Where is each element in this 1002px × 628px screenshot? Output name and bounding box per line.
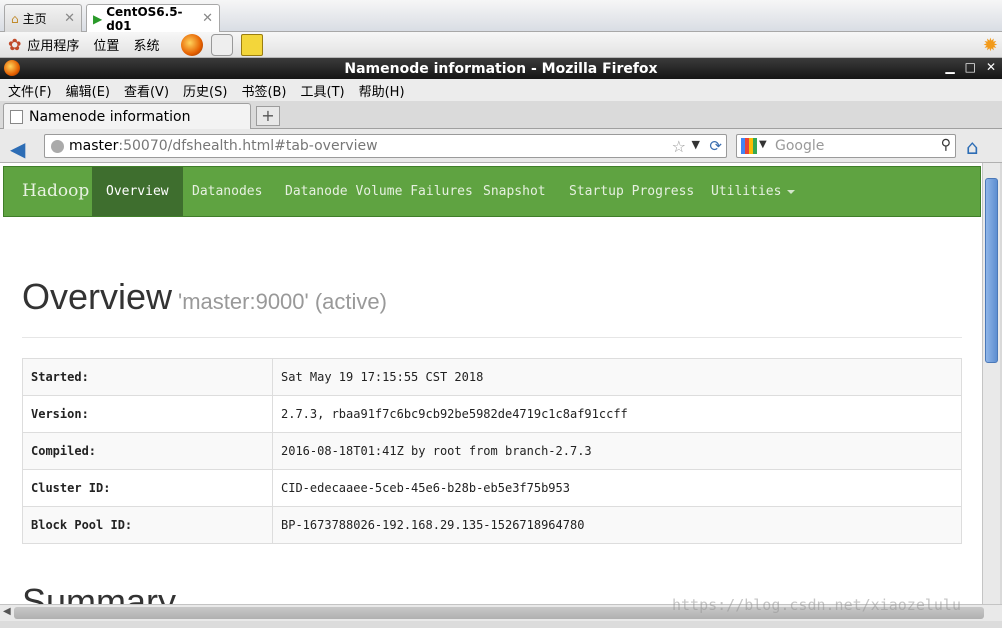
url-path: :50070/dfshealth.html#tab-overview <box>118 138 378 154</box>
mail-launcher-icon[interactable] <box>211 33 234 56</box>
chevron-down-icon[interactable]: ▼ <box>692 138 700 151</box>
chevron-down-icon <box>787 189 796 194</box>
status-bar <box>0 621 1002 628</box>
overview-table: Started: Sat May 19 17:15:55 CST 2018 Ver… <box>22 358 962 544</box>
table-row: Compiled: 2016-08-18T01:41Z by root from … <box>22 432 962 470</box>
navigation-toolbar: ◀ master:50070/dfshealth.html#tab-overvi… <box>0 129 1002 163</box>
divider <box>22 337 962 338</box>
table-key: Started: <box>22 358 273 396</box>
vertical-scroll-thumb[interactable] <box>985 178 998 363</box>
close-icon[interactable]: ✕ <box>64 11 75 26</box>
binoculars-icon[interactable]: ⚲ <box>941 137 951 153</box>
editor-launcher-icon[interactable] <box>241 33 264 56</box>
close-icon[interactable]: ✕ <box>202 11 213 26</box>
vm-tab-label: 主页 <box>22 12 47 26</box>
google-icon <box>741 138 757 154</box>
firefox-launcher-icon[interactable] <box>181 33 204 56</box>
page-title-text: Overview <box>22 276 173 317</box>
table-row: Block Pool ID: BP-1673788026-192.168.29.1… <box>22 506 962 544</box>
table-value: BP-1673788026-192.168.29.135-15267189647… <box>272 506 962 544</box>
close-icon[interactable]: ✕ <box>986 60 996 74</box>
table-value: 2.7.3, rbaa91f7c6bc9cb92be5982de4719c1c8… <box>272 395 962 433</box>
search-input[interactable]: ▼ Google ⚲ <box>736 134 956 158</box>
table-value: 2016-08-18T01:41Z by root from branch-2.… <box>272 432 962 470</box>
panel-applications[interactable]: 应用程序 <box>27 35 79 54</box>
page-viewport: Hadoop Overview Datanodes Datanode Volum… <box>0 163 982 604</box>
back-arrow-icon[interactable]: ◀ <box>10 137 25 161</box>
browser-tab-bar: Namenode information + <box>0 101 1002 129</box>
table-key: Version: <box>22 395 273 433</box>
url-bar[interactable]: master:50070/dfshealth.html#tab-overview… <box>44 134 727 158</box>
maximize-icon[interactable]: □ <box>965 60 976 74</box>
search-placeholder: Google <box>775 138 825 154</box>
nav-snapshot[interactable]: Snapshot <box>469 167 560 216</box>
menu-bookmarks[interactable]: 书签(B) <box>241 81 286 100</box>
scroll-left-icon[interactable]: ◀ <box>3 606 11 617</box>
vm-tab-centos[interactable]: ▶ CentOS6.5-d01 ✕ <box>86 4 220 33</box>
nav-datanodes[interactable]: Datanodes <box>178 167 276 216</box>
browser-tab-title: Namenode information <box>29 108 191 125</box>
table-key: Compiled: <box>22 432 273 470</box>
vm-tab-bar: ⌂ 主页 ✕ ▶ CentOS6.5-d01 ✕ <box>0 0 1002 33</box>
nav-volume-failures[interactable]: Datanode Volume Failures <box>271 167 487 216</box>
page-title: Overview'master:9000' (active) <box>22 276 387 318</box>
menu-help[interactable]: 帮助(H) <box>359 81 405 100</box>
home-icon: ⌂ <box>11 11 19 26</box>
gnome-panel: ✿ 应用程序 位置 系统 ✹ <box>0 32 1002 58</box>
panel-places[interactable]: 位置 <box>93 35 119 54</box>
screen: ⌂ 主页 ✕ ▶ CentOS6.5-d01 ✕ ✿ 应用程序 位置 系统 ✹ … <box>0 0 1002 628</box>
vm-running-icon: ▶ <box>93 11 103 26</box>
table-value: Sat May 19 17:15:55 CST 2018 <box>272 358 962 396</box>
page-icon <box>10 109 23 124</box>
bookmark-star-icon[interactable]: ☆ <box>672 137 686 156</box>
page-subtitle: 'master:9000' (active) <box>178 289 387 314</box>
nav-overview[interactable]: Overview <box>92 167 183 216</box>
table-row: Cluster ID: CID-edecaaee-5ceb-45e6-b28b-e… <box>22 469 962 507</box>
summary-heading: Summary <box>22 581 177 604</box>
menu-view[interactable]: 查看(V) <box>124 81 169 100</box>
new-tab-button[interactable]: + <box>256 106 280 126</box>
menu-edit[interactable]: 编辑(E) <box>66 81 110 100</box>
globe-icon <box>51 140 64 153</box>
vm-tab-home[interactable]: ⌂ 主页 ✕ <box>4 4 82 32</box>
vm-tab-label: CentOS6.5-d01 <box>106 4 183 33</box>
menubar: 文件(F) 编辑(E) 查看(V) 历史(S) 书签(B) 工具(T) 帮助(H… <box>0 79 1002 101</box>
vertical-scrollbar[interactable] <box>982 163 1000 604</box>
chevron-down-icon[interactable]: ▼ <box>759 139 767 150</box>
minimize-icon[interactable]: ▁ <box>945 60 954 74</box>
table-row: Version: 2.7.3, rbaa91f7c6bc9cb92be5982de… <box>22 395 962 433</box>
url-host: master <box>69 138 119 154</box>
menu-history[interactable]: 历史(S) <box>183 81 227 100</box>
nav-utilities-label: Utilities <box>711 184 782 199</box>
window-title: Namenode information - Mozilla Firefox <box>344 60 658 77</box>
gnome-foot-icon: ✿ <box>8 35 22 54</box>
reload-icon[interactable]: ⟳ <box>709 137 722 155</box>
watermark: https://blog.csdn.net/xiaozelulu <box>672 596 961 614</box>
firefox-icon <box>4 60 20 76</box>
browser-tab[interactable]: Namenode information <box>3 103 251 129</box>
window-titlebar: Namenode information - Mozilla Firefox ▁… <box>0 58 1002 79</box>
table-key: Cluster ID: <box>22 469 273 507</box>
table-row: Started: Sat May 19 17:15:55 CST 2018 <box>22 358 962 396</box>
home-icon[interactable]: ⌂ <box>966 135 979 159</box>
notification-icon[interactable]: ✹ <box>983 35 998 56</box>
nav-startup-progress[interactable]: Startup Progress <box>555 167 708 216</box>
table-value: CID-edecaaee-5ceb-45e6-b28b-eb5e3f75b953 <box>272 469 962 507</box>
panel-system[interactable]: 系统 <box>133 35 159 54</box>
table-key: Block Pool ID: <box>22 506 273 544</box>
brand-link[interactable]: Hadoop <box>22 167 89 216</box>
hadoop-navbar: Hadoop Overview Datanodes Datanode Volum… <box>3 166 981 217</box>
menu-tools[interactable]: 工具(T) <box>301 81 345 100</box>
nav-utilities[interactable]: Utilities <box>697 167 809 216</box>
menu-file[interactable]: 文件(F) <box>8 81 52 100</box>
